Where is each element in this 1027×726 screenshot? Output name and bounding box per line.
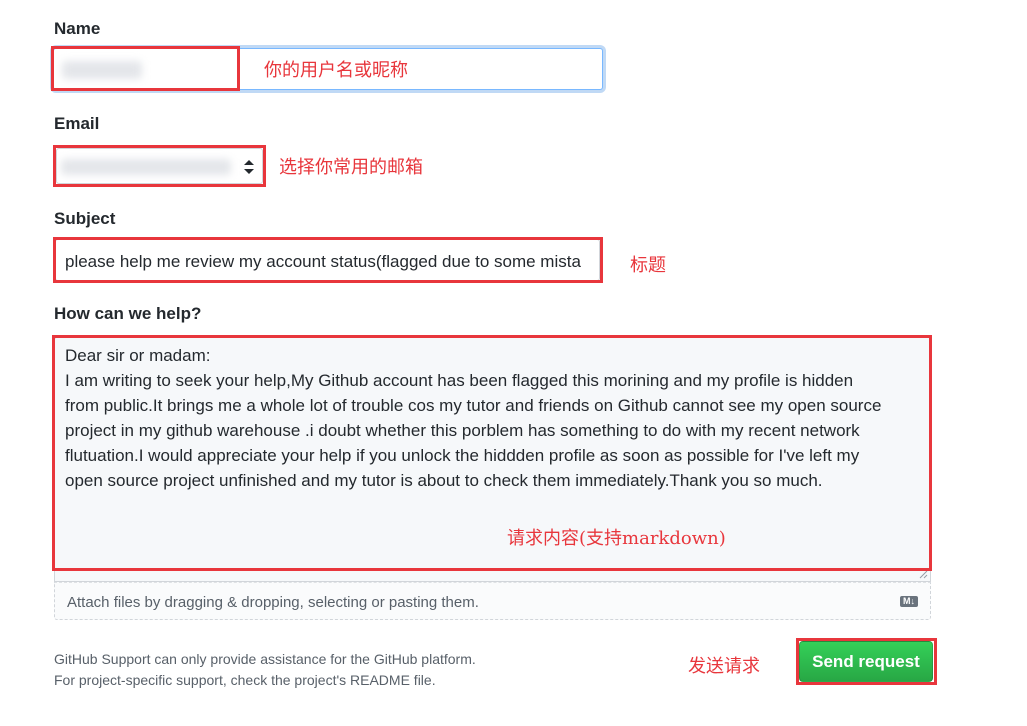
subject-highlight [53,237,603,283]
attach-files-bar[interactable]: Attach files by dragging & dropping, sel… [54,582,931,620]
email-label: Email [54,114,100,133]
name-annotation: 你的用户名或昵称 [264,60,408,81]
subject-label: Subject [54,209,116,228]
markdown-icon: M↓ [900,596,918,607]
support-note-line1: GitHub Support can only provide assistan… [54,651,476,667]
send-highlight [796,638,937,685]
email-annotation: 选择你常用的邮箱 [279,157,423,178]
support-note-line2: For project-specific support, check the … [54,672,436,688]
name-highlight [51,46,240,91]
email-highlight [53,145,266,187]
body-highlight [52,335,932,571]
attach-files-text: Attach files by dragging & dropping, sel… [67,594,479,611]
name-label: Name [54,19,101,38]
subject-annotation: 标题 [630,255,666,276]
help-label: How can we help? [54,304,202,323]
send-annotation: 发送请求 [688,656,760,677]
